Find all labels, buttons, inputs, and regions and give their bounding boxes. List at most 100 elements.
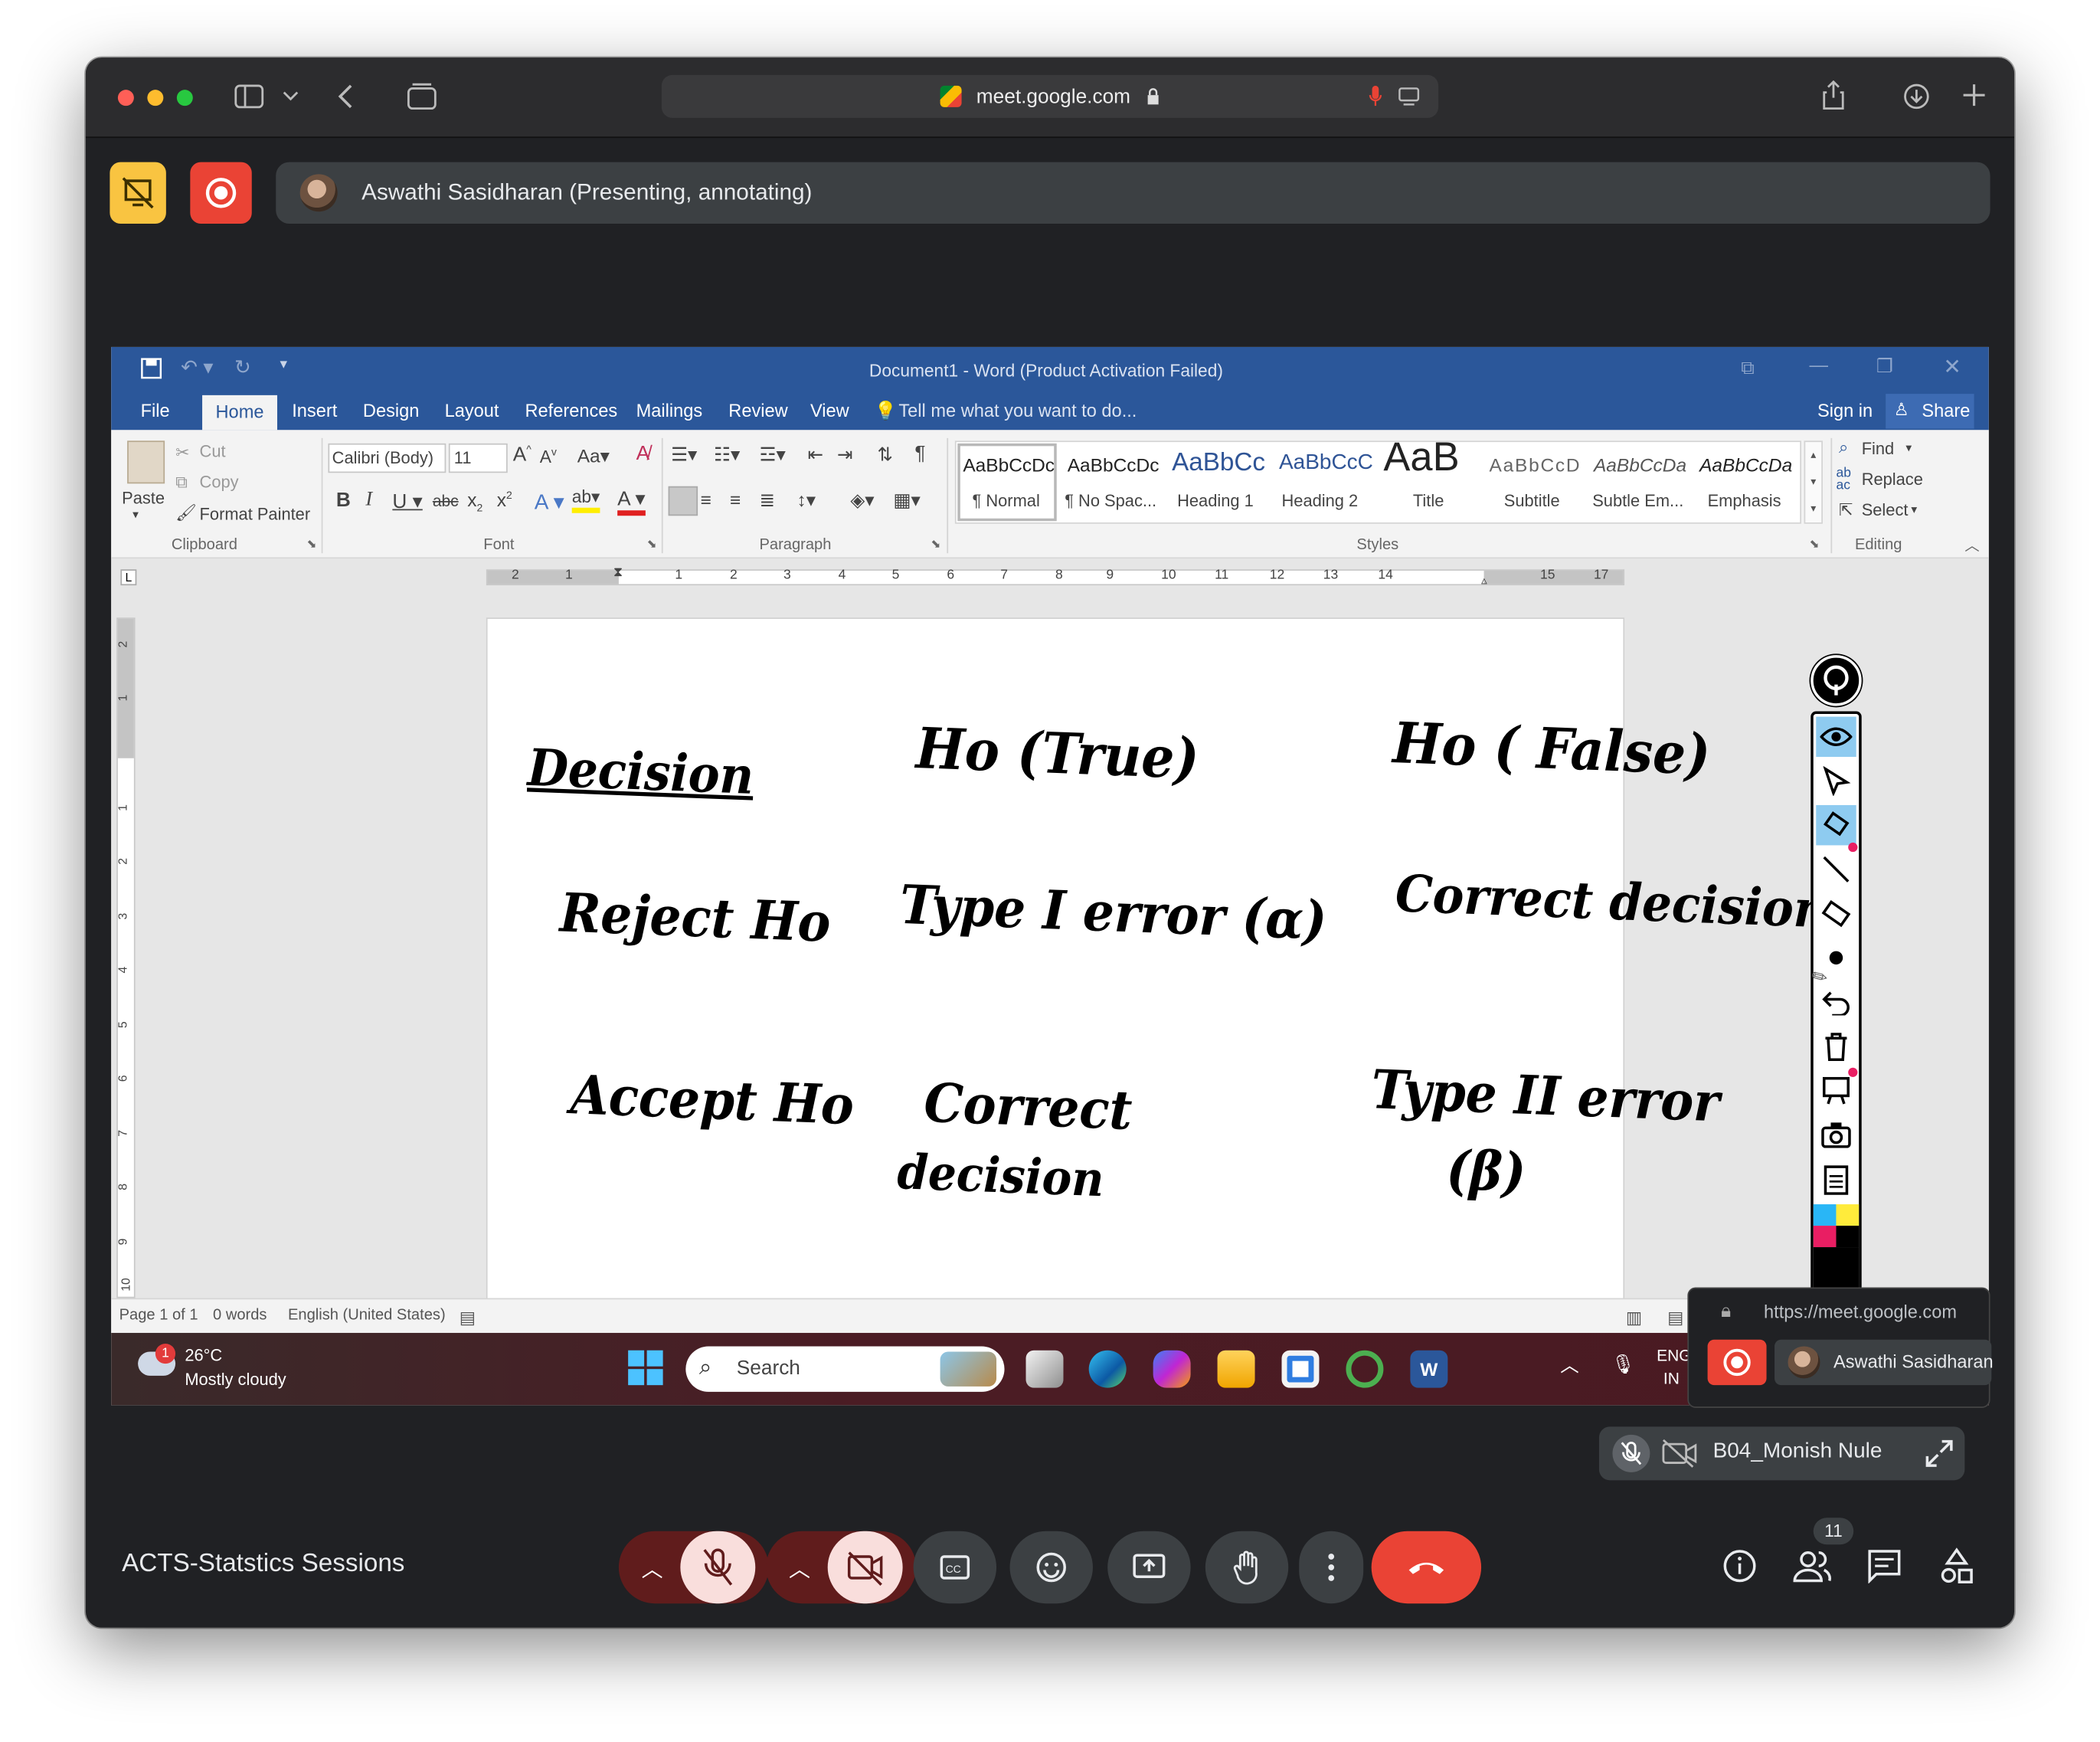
replace-icon[interactable]: ab ac	[1836, 467, 1850, 492]
tab-insert[interactable]: Insert	[292, 401, 337, 421]
show-formatting-marks-icon[interactable]: ¶	[914, 442, 925, 465]
grow-font-icon[interactable]: A^	[513, 444, 532, 467]
tab-mailings[interactable]: Mailings	[636, 401, 703, 421]
multilevel-list-icon[interactable]: ☲▾	[760, 444, 786, 467]
style-subtle-emphasis-preview[interactable]: AaBbCcDa	[1594, 454, 1686, 476]
tab-layout[interactable]: Layout	[445, 401, 499, 421]
copy-button[interactable]: Copy	[200, 473, 239, 491]
style-emphasis-preview[interactable]: AaBbCcDa	[1699, 454, 1792, 476]
highlight-icon[interactable]: ab▾	[571, 486, 600, 513]
decrease-indent-icon[interactable]: ⇤	[807, 444, 823, 467]
captions-button[interactable]: CC	[913, 1531, 997, 1604]
style-normal-label[interactable]: ¶ Normal	[973, 492, 1040, 510]
bold-icon[interactable]: B	[336, 489, 351, 512]
eraser-icon[interactable]	[1816, 893, 1856, 933]
strikethrough-icon[interactable]: abc	[433, 492, 459, 510]
camera-icon[interactable]	[1816, 1115, 1856, 1154]
tab-view[interactable]: View	[810, 401, 849, 421]
task-view-icon[interactable]	[1025, 1350, 1064, 1388]
dialog-launcher-icon[interactable]: ⬊	[931, 537, 940, 552]
zoom-window-button[interactable]	[176, 90, 193, 106]
people-icon[interactable]	[1792, 1548, 1832, 1586]
microsoft-store-icon[interactable]	[1281, 1350, 1320, 1388]
mic-toggle-button[interactable]	[680, 1531, 756, 1604]
undo-icon[interactable]: ↶ ▾	[181, 355, 213, 379]
indent-marker-icon[interactable]: ⧗	[613, 565, 623, 580]
change-case-icon[interactable]: Aa▾	[577, 445, 610, 468]
minimize-window-button[interactable]	[147, 90, 164, 106]
scissors-icon[interactable]: ✂	[175, 442, 189, 462]
borders-icon[interactable]: ▦▾	[893, 489, 920, 512]
redo-icon[interactable]: ↻	[234, 355, 251, 379]
microphone-icon[interactable]: 🎙	[1611, 1353, 1635, 1376]
tab-home[interactable]: Home	[202, 395, 277, 431]
highlighter-icon[interactable]	[1816, 804, 1856, 846]
numbering-icon[interactable]: ☷▾	[714, 444, 740, 467]
trash-icon[interactable]	[1816, 1027, 1856, 1066]
shading-icon[interactable]: ◈▾	[850, 489, 874, 512]
align-right-icon[interactable]: ≡	[730, 489, 741, 510]
color-palette[interactable]	[1813, 1204, 1860, 1290]
replace-button[interactable]: Replace	[1862, 470, 1923, 489]
popup-presenter[interactable]: Aswathi Sasidharan	[1775, 1339, 1994, 1386]
style-subtitle-preview[interactable]: AaBbCcD	[1490, 454, 1582, 476]
save-icon[interactable]	[141, 358, 162, 379]
customize-toolbar-icon[interactable]: ▾	[280, 355, 287, 372]
style-heading1-preview[interactable]: AaBbCc	[1172, 449, 1265, 478]
present-screen-button[interactable]	[1107, 1531, 1191, 1604]
weather[interactable]: Mostly cloudy	[185, 1370, 286, 1389]
tell-me-input[interactable]: Tell me what you want to do...	[898, 401, 1137, 421]
style-subtle-emphasis-label[interactable]: Subtle Em...	[1592, 492, 1683, 510]
style-title-label[interactable]: Title	[1413, 492, 1444, 510]
line-tool-icon[interactable]	[1816, 850, 1856, 889]
mic-options-chevron-icon[interactable]: ︿	[642, 1551, 663, 1583]
find-button[interactable]: Find	[1862, 440, 1895, 458]
increase-indent-icon[interactable]: ⇥	[837, 444, 853, 467]
sort-icon[interactable]: ⇅	[877, 444, 893, 467]
word-icon[interactable]: W	[1410, 1350, 1448, 1388]
sidebar-icon[interactable]	[233, 82, 265, 111]
subscript-icon[interactable]: x2	[467, 489, 482, 514]
paste-button[interactable]: Paste	[122, 489, 165, 507]
paste-icon[interactable]	[127, 440, 165, 484]
ribbon-display-options-icon[interactable]: ⧉	[1741, 356, 1754, 379]
tabs-overview-icon[interactable]	[404, 80, 439, 113]
microphone-in-use-icon[interactable]	[1369, 85, 1382, 107]
raise-hand-button[interactable]	[1205, 1531, 1289, 1604]
close-icon[interactable]: ✕	[1943, 354, 1961, 381]
visibility-eye-icon[interactable]	[1816, 716, 1856, 758]
minimize-icon[interactable]: —	[1809, 354, 1827, 375]
language-status[interactable]: English (United States)	[288, 1308, 446, 1324]
windows-start-icon[interactable]	[628, 1350, 663, 1386]
share-button[interactable]: ♙ Share	[1886, 394, 1974, 429]
more-options-button[interactable]	[1299, 1531, 1364, 1604]
style-no-spacing-label[interactable]: ¶ No Spac...	[1065, 492, 1156, 510]
annotation-pen-handle-icon[interactable]	[1811, 655, 1862, 706]
expand-icon[interactable]	[1923, 1437, 1955, 1469]
style-heading2-preview[interactable]: AaBbCcC	[1279, 451, 1373, 475]
align-center-icon[interactable]: ≡	[701, 489, 711, 510]
stop-presenting-button[interactable]	[110, 162, 166, 224]
dialog-launcher-icon[interactable]: ⬊	[306, 537, 316, 552]
close-window-button[interactable]	[117, 90, 134, 106]
bullets-icon[interactable]: ☰▾	[671, 444, 697, 467]
meeting-details-icon[interactable]	[1722, 1548, 1760, 1586]
font-color-icon[interactable]: A ▾	[617, 486, 646, 516]
style-no-spacing-preview[interactable]: AaBbCcDc	[1068, 454, 1160, 476]
clear-formatting-icon[interactable]: A̸	[636, 442, 650, 465]
italic-icon[interactable]: I	[365, 489, 372, 512]
tab-references[interactable]: References	[525, 401, 617, 421]
edge-icon[interactable]	[1088, 1350, 1127, 1388]
line-spacing-icon[interactable]: ↕▾	[796, 489, 816, 512]
chevron-up-icon[interactable]: ︿	[1560, 1351, 1578, 1378]
paste-dropdown-icon[interactable]: ▾	[132, 508, 139, 522]
tab-selector-icon[interactable]: L	[120, 569, 137, 586]
input-region[interactable]: IN	[1663, 1369, 1680, 1387]
styles-scroll-icon[interactable]: ▴ ▾ ▾	[1804, 440, 1823, 524]
camera-options-chevron-icon[interactable]: ︿	[789, 1551, 810, 1583]
copy-icon[interactable]: ⧉	[175, 473, 188, 493]
superscript-icon[interactable]: x2	[497, 489, 512, 510]
clipboard-icon[interactable]	[1816, 1159, 1856, 1199]
pointer-arrow-icon[interactable]	[1816, 761, 1856, 801]
align-left-icon[interactable]	[668, 486, 698, 516]
